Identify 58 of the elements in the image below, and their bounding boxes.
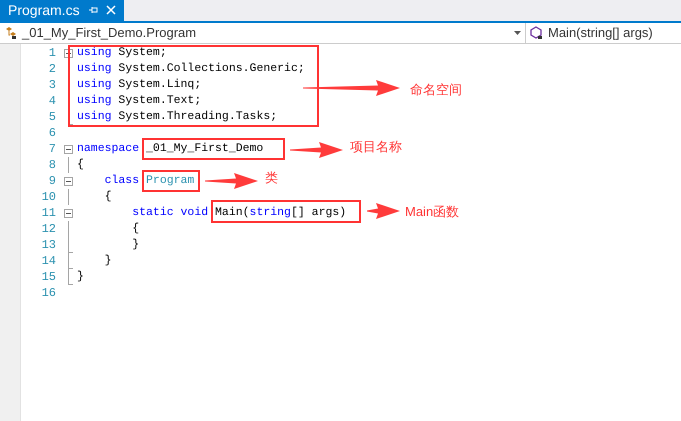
line-number: 9: [48, 173, 56, 189]
code-token: }: [131, 237, 140, 253]
code-token: {: [77, 157, 84, 173]
code-token: using: [77, 93, 112, 109]
line-number: 1: [48, 45, 56, 61]
line-number: 16: [40, 285, 56, 301]
highlighted-code: _01_My_First_Demo: [142, 138, 286, 160]
code-token: using: [77, 45, 112, 61]
code-token: {: [131, 221, 140, 237]
arrow: [290, 142, 343, 158]
annotation-label: 命名空间: [410, 81, 462, 99]
file-tab[interactable]: Program.cs: [0, 0, 124, 21]
line-number: 4: [48, 93, 56, 109]
code-token: string: [250, 205, 291, 221]
highlighted-code: Program: [142, 170, 200, 192]
code-token: using: [77, 77, 112, 93]
line-number: 10: [40, 189, 56, 205]
line-number: 8: [48, 157, 56, 173]
arrow: [205, 173, 258, 189]
collapse-icon[interactable]: [64, 208, 73, 218]
code-token: System.Linq;: [117, 77, 202, 93]
collapse-icon[interactable]: [64, 144, 73, 154]
line-number: 12: [40, 221, 56, 237]
close-icon[interactable]: [106, 5, 116, 15]
line-number: 6: [48, 125, 56, 141]
line-number: 5: [48, 109, 56, 125]
code-token: using: [77, 61, 112, 77]
pin-icon[interactable]: [88, 5, 98, 15]
code-token: using: [77, 109, 112, 125]
collapse-icon[interactable]: [64, 176, 73, 186]
line-number: 15: [40, 269, 56, 285]
line-number: 11: [40, 205, 56, 221]
annotation-label: 项目名称: [350, 138, 402, 156]
code-token: System.Threading.Tasks;: [117, 109, 278, 125]
code-token: System.Collections.Generic;: [117, 61, 305, 77]
code-token: [] args): [290, 205, 346, 221]
arrow: [367, 203, 400, 219]
code-token: static void: [131, 205, 210, 221]
annotation-label: 类: [265, 169, 278, 187]
annotation-label: Main函数: [405, 203, 460, 221]
code-token: class: [104, 173, 140, 189]
type-dropdown[interactable]: _01_My_First_Demo.Program: [0, 23, 526, 43]
caret-icon: [514, 31, 521, 35]
code-token: {: [104, 189, 112, 205]
code-token: System.Text;: [117, 93, 202, 109]
line-number: 3: [48, 77, 56, 93]
line-number: 14: [40, 253, 56, 269]
code-token: namespace: [77, 141, 140, 157]
method-icon: [530, 26, 544, 40]
code-token: }: [104, 253, 112, 269]
code-token: }: [77, 269, 84, 285]
line-number: 2: [48, 61, 56, 77]
class-icon: [4, 26, 18, 40]
line-number: 7: [48, 141, 56, 157]
code-token: System;: [117, 45, 167, 61]
code-token: Main(: [215, 205, 250, 221]
member-dropdown[interactable]: Main(string[] args): [526, 23, 681, 43]
line-number: 13: [40, 237, 56, 253]
